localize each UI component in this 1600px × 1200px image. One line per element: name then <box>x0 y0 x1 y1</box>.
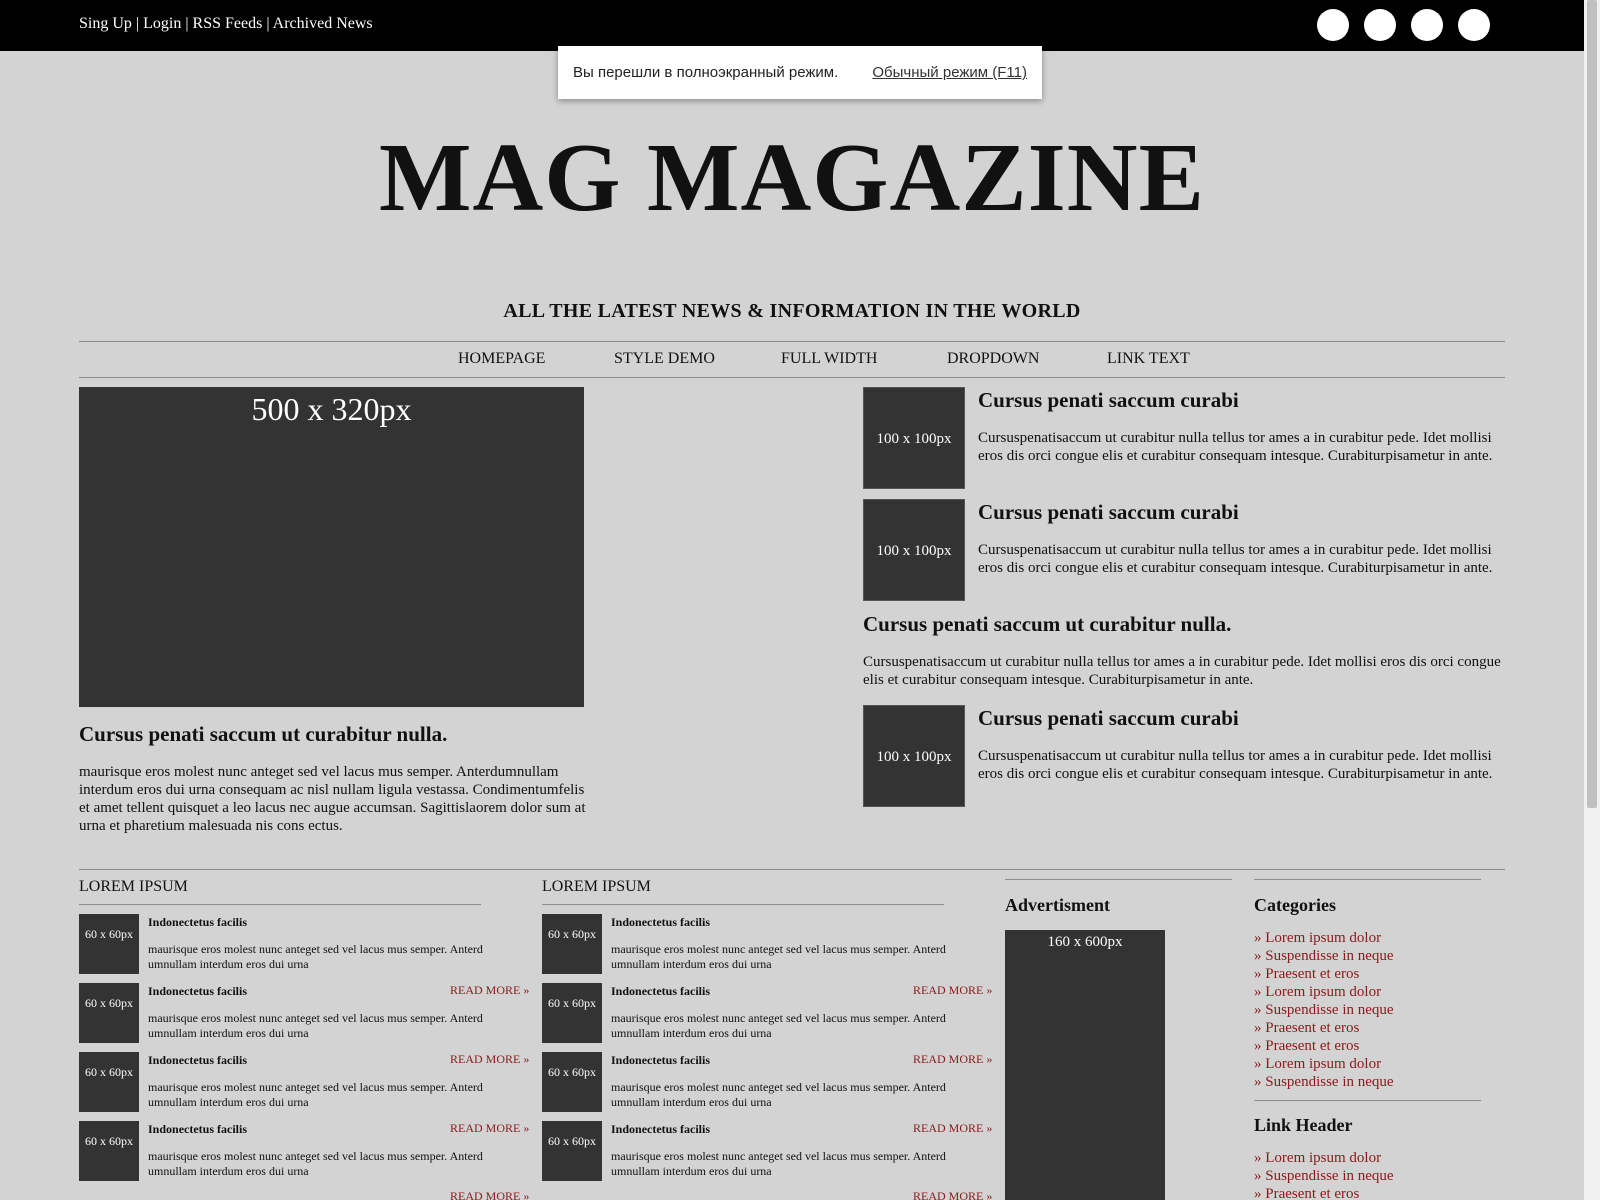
categories-heading: Categories <box>1254 895 1336 915</box>
category-link[interactable]: » Lorem ipsum dolor <box>1254 984 1381 1001</box>
column-heading: LOREM IPSUM <box>542 878 651 895</box>
article-title[interactable]: Cursus penati saccum curabi <box>978 500 1239 525</box>
advertisment-heading: Advertisment <box>1005 895 1110 915</box>
article-title[interactable]: Cursus penati saccum curabi <box>978 388 1239 413</box>
item-text: maurisque eros molest nunc anteget sed v… <box>148 1149 483 1178</box>
advertisment-box[interactable]: 160 x 600px <box>1005 930 1165 1200</box>
item-thumbnail[interactable]: 60 x 60px <box>542 1121 602 1181</box>
item-text: maurisque eros molest nunc anteget sed v… <box>611 1080 946 1109</box>
nav-full-width[interactable]: FULL WIDTH <box>781 350 877 368</box>
article-title[interactable]: Cursus penati saccum ut curabitur nulla. <box>863 612 1231 637</box>
article-text: Cursuspenatisaccum ut curabitur nulla te… <box>863 654 1501 688</box>
social-icon[interactable] <box>1458 9 1490 41</box>
nav-link-text[interactable]: LINK TEXT <box>1107 350 1190 368</box>
fullscreen-message: Вы перешли в полноэкранный режим. <box>573 64 839 81</box>
divider <box>1005 879 1232 880</box>
item-title[interactable]: Indonectetus facilis <box>148 915 247 930</box>
divider <box>79 869 1505 870</box>
link-separator: | <box>135 15 140 32</box>
category-link[interactable]: » Praesent et eros <box>1254 1020 1359 1037</box>
article-text: Cursuspenatisaccum ut curabitur nulla te… <box>978 748 1493 782</box>
site-title: MAG MAGAZINE <box>379 124 1205 232</box>
item-thumbnail[interactable]: 60 x 60px <box>79 914 139 974</box>
link-header-heading: Link Header <box>1254 1115 1353 1135</box>
item-text: maurisque eros molest nunc anteget sed v… <box>611 942 946 971</box>
item-text: maurisque eros molest nunc anteget sed v… <box>148 1080 483 1109</box>
signup-link[interactable]: Sing Up <box>79 15 132 32</box>
link-separator: | <box>266 15 270 32</box>
item-thumbnail[interactable]: 60 x 60px <box>79 1121 139 1181</box>
category-link[interactable]: » Lorem ipsum dolor <box>1254 930 1381 947</box>
exit-fullscreen-link[interactable]: Обычный режим (F11) <box>872 64 1027 81</box>
social-icon[interactable] <box>1364 9 1396 41</box>
column-heading: LOREM IPSUM <box>79 878 188 895</box>
read-more-link[interactable]: READ MORE » <box>913 1121 992 1136</box>
item-title[interactable]: Indonectetus facilis <box>611 984 710 999</box>
category-link[interactable]: » Praesent et eros <box>1254 966 1359 983</box>
rss-feeds-link[interactable]: RSS Feeds <box>193 15 263 32</box>
item-thumbnail[interactable]: 60 x 60px <box>542 1052 602 1112</box>
item-thumbnail[interactable]: 60 x 60px <box>79 983 139 1043</box>
article-thumbnail[interactable]: 100 x 100px <box>863 705 965 807</box>
item-title[interactable]: Indonectetus facilis <box>148 1122 247 1137</box>
top-links: Sing Up | Login | RSS Feeds | Archived N… <box>79 15 373 33</box>
nav-homepage[interactable]: HOMEPAGE <box>458 350 545 368</box>
item-thumbnail[interactable]: 60 x 60px <box>79 1052 139 1112</box>
item-text: maurisque eros molest nunc anteget sed v… <box>611 1149 946 1178</box>
item-title[interactable]: Indonectetus facilis <box>611 915 710 930</box>
category-link[interactable]: » Praesent et eros <box>1254 1038 1359 1055</box>
social-icon[interactable] <box>1317 9 1349 41</box>
divider <box>542 904 944 905</box>
feature-text: maurisque eros molest nunc anteget sed v… <box>79 764 586 834</box>
read-more-link[interactable]: READ MORE » <box>913 983 992 998</box>
top-bar: Sing Up | Login | RSS Feeds | Archived N… <box>0 0 1600 51</box>
item-text: maurisque eros molest nunc anteget sed v… <box>148 1011 483 1040</box>
divider <box>79 341 1505 342</box>
item-title[interactable]: Indonectetus facilis <box>148 984 247 999</box>
feature-image[interactable]: 500 x 320px <box>79 387 584 707</box>
social-icon[interactable] <box>1411 9 1443 41</box>
item-title[interactable]: Indonectetus facilis <box>148 1053 247 1068</box>
scrollbar-thumb[interactable] <box>1587 0 1597 808</box>
item-thumbnail[interactable]: 60 x 60px <box>542 983 602 1043</box>
category-link[interactable]: » Suspendisse in neque <box>1254 948 1394 965</box>
link-separator: | <box>185 15 189 32</box>
article-thumbnail[interactable]: 100 x 100px <box>863 387 965 489</box>
item-title[interactable]: Indonectetus facilis <box>611 1053 710 1068</box>
nav-dropdown[interactable]: DROPDOWN <box>947 350 1039 368</box>
category-link[interactable]: » Praesent et eros <box>1254 1186 1359 1200</box>
site-tagline: ALL THE LATEST NEWS & INFORMATION IN THE… <box>503 300 1081 322</box>
divider <box>79 904 481 905</box>
item-text: maurisque eros molest nunc anteget sed v… <box>148 942 483 971</box>
login-link[interactable]: Login <box>143 15 181 32</box>
read-more-link[interactable]: READ MORE » <box>450 983 529 998</box>
read-more-link[interactable]: READ MORE » <box>450 1189 529 1200</box>
article-text: Cursuspenatisaccum ut curabitur nulla te… <box>978 430 1493 464</box>
category-link[interactable]: » Suspendisse in neque <box>1254 1168 1394 1185</box>
archived-news-link[interactable]: Archived News <box>273 15 373 32</box>
article-text: Cursuspenatisaccum ut curabitur nulla te… <box>978 542 1493 576</box>
item-thumbnail[interactable]: 60 x 60px <box>542 914 602 974</box>
divider <box>1254 1100 1481 1101</box>
divider <box>1254 879 1481 880</box>
article-thumbnail[interactable]: 100 x 100px <box>863 499 965 601</box>
read-more-link[interactable]: READ MORE » <box>913 1052 992 1067</box>
nav-style-demo[interactable]: STYLE DEMO <box>614 350 715 368</box>
read-more-link[interactable]: READ MORE » <box>450 1052 529 1067</box>
category-link[interactable]: » Suspendisse in neque <box>1254 1074 1394 1091</box>
divider <box>79 377 1505 378</box>
article-title[interactable]: Cursus penati saccum curabi <box>978 706 1239 731</box>
item-text: maurisque eros molest nunc anteget sed v… <box>611 1011 946 1040</box>
category-link[interactable]: » Lorem ipsum dolor <box>1254 1056 1381 1073</box>
read-more-link[interactable]: READ MORE » <box>450 1121 529 1136</box>
category-link[interactable]: » Lorem ipsum dolor <box>1254 1150 1381 1167</box>
item-title[interactable]: Indonectetus facilis <box>611 1122 710 1137</box>
category-link[interactable]: » Suspendisse in neque <box>1254 1002 1394 1019</box>
fullscreen-notice: Вы перешли в полноэкранный режим. Обычны… <box>558 46 1042 99</box>
feature-title[interactable]: Cursus penati saccum ut curabitur nulla. <box>79 722 447 747</box>
read-more-link[interactable]: READ MORE » <box>913 1189 992 1200</box>
